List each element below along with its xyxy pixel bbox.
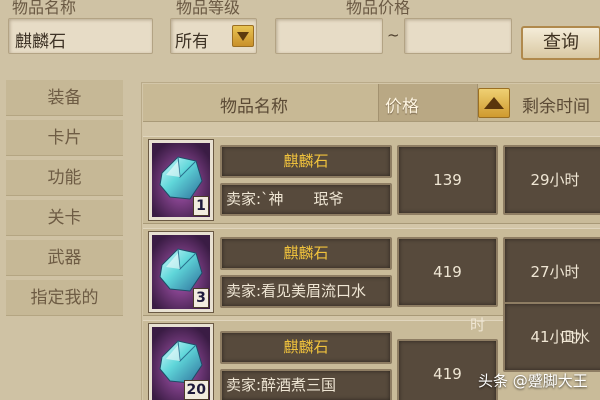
- price-min-input[interactable]: [275, 18, 383, 54]
- category-cards[interactable]: 卡片: [6, 120, 123, 156]
- seller-cell: 卖家:醉酒煮三国: [220, 369, 392, 400]
- overlay-fragment: 口水: [560, 328, 591, 346]
- item-quantity-badge: 3: [193, 288, 209, 308]
- level-select-value: 所有: [175, 32, 209, 52]
- header-price[interactable]: 价格: [385, 92, 419, 117]
- item-name-cell: 麒麟石: [220, 237, 392, 270]
- header-item-name[interactable]: 物品名称: [220, 92, 288, 117]
- category-equipment[interactable]: 装备: [6, 80, 123, 116]
- item-price-label: 物品价格: [346, 0, 411, 17]
- price-max-input[interactable]: [404, 18, 512, 54]
- item-name-input[interactable]: 麒麟石: [8, 18, 153, 54]
- category-stage[interactable]: 关卡: [6, 200, 123, 236]
- category-targeted[interactable]: 指定我的: [6, 280, 123, 316]
- header-remaining-time[interactable]: 剩余时间: [522, 92, 590, 117]
- price-cell: 139: [397, 145, 498, 215]
- remaining-time-cell: 29小时: [503, 145, 600, 215]
- triangle-down-icon[interactable]: [232, 25, 254, 47]
- remaining-time-cell: 27小时: [503, 237, 600, 307]
- item-name-label: 物品名称: [12, 0, 77, 17]
- price-separator: ~: [387, 26, 400, 44]
- item-name-cell: 麒麟石: [220, 145, 392, 178]
- search-button[interactable]: 查询: [521, 26, 600, 60]
- category-function[interactable]: 功能: [6, 160, 123, 196]
- seller-cell: 卖家:`神 珉爷: [220, 183, 392, 216]
- category-weapon[interactable]: 武器: [6, 240, 123, 276]
- triangle-up-icon[interactable]: [478, 88, 510, 118]
- item-name-cell: 麒麟石: [220, 331, 392, 364]
- crystal-gem-icon[interactable]: 1: [148, 139, 214, 221]
- overlay-fragment: 时: [470, 316, 486, 334]
- price-cell: 419: [397, 237, 498, 307]
- item-quantity-badge: 20: [183, 380, 209, 400]
- item-quantity-badge: 1: [193, 196, 209, 216]
- crystal-gem-icon[interactable]: 3: [148, 231, 214, 313]
- watermark: 头条 @蹙脚大王: [478, 372, 588, 390]
- seller-cell: 卖家:看见美眉流口水: [220, 275, 392, 308]
- crystal-gem-icon[interactable]: 20: [148, 323, 214, 400]
- item-level-label: 物品等级: [176, 0, 241, 17]
